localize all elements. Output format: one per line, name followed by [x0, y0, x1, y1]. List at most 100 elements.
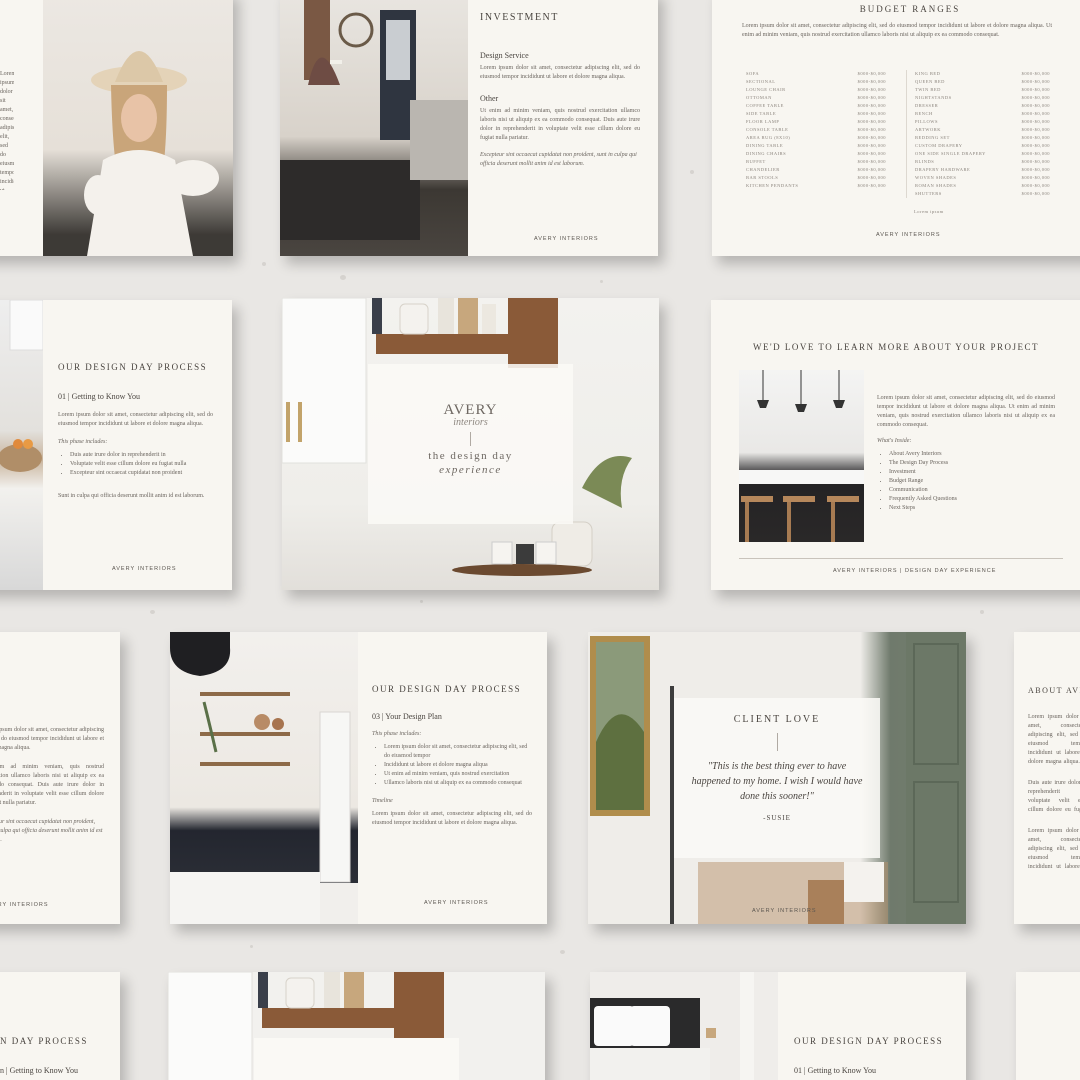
client-love-title: CLIENT LOVE [733, 714, 821, 725]
process-text: Lorem ipsum dolor sit amet, consectetur … [58, 412, 213, 427]
kitchen-side-illustration [0, 300, 43, 472]
bottom-process-title-right: OUR DESIGN DAY PROCESS [794, 1036, 944, 1046]
budget-row: NIGHTSTANDS $000-$0,000 [915, 94, 1050, 102]
learn-item: Frequently Asked Questions [889, 495, 1055, 504]
process-03-page: OUR DESIGN DAY PROCESS 03 | Your Design … [170, 632, 547, 924]
cover-page-bottom [168, 972, 545, 1080]
budget-row: ROMAN SHADES $000-$0,000 [915, 182, 1050, 190]
budget-item-label: KITCHEN PENDANTS [746, 183, 799, 188]
process-bullet: Excepteur sint occaecat cupidatat non pr… [70, 469, 213, 478]
budget-row: OTTOMAN $000-$0,000 [746, 94, 886, 102]
learn-items: About Avery Interiors The Design Day Pro… [877, 450, 1055, 513]
budget-item-price: $000-$0,000 [857, 183, 886, 188]
budget-item-label: TWIN BED [915, 87, 941, 92]
budget-row: AREA RUG (8X10) $000-$0,000 [746, 134, 886, 142]
learn-item: The Design Day Process [889, 459, 1055, 468]
about-page: ABOUT AVERY Lorem ipsum dolor sit amet, … [1014, 632, 1080, 924]
budget-row: ARTWORK $000-$0,000 [915, 126, 1050, 134]
process-title: OUR DESIGN DAY PROCESS [58, 362, 208, 372]
footer-brand: AVERY INTERIORS [752, 908, 817, 914]
investment-title: INVESTMENT [480, 12, 559, 23]
budget-row: BENCH $000-$0,000 [915, 110, 1050, 118]
budget-item-price: $000-$0,000 [1021, 159, 1050, 164]
other-title: Other [480, 94, 499, 103]
budget-row: WOVEN SHADES $000-$0,000 [915, 174, 1050, 182]
budget-row: DRESSER $000-$0,000 [915, 102, 1050, 110]
budget-row: SOFA $000-$0,000 [746, 70, 886, 78]
about-text-1: Lorem ipsum dolor sit amet, consectetur … [1028, 714, 1080, 765]
about-text-2: Duis aute irure dolor in reprehenderit i… [1028, 780, 1080, 813]
client-love-divider [776, 733, 778, 751]
kitchen-island-photo [739, 370, 864, 542]
portrait-photo [43, 0, 233, 256]
budget-row: PILLOWS $000-$0,000 [915, 118, 1050, 126]
about-text-3: Lorem ipsum dolor sit amet, consectetur … [1028, 828, 1080, 870]
budget-item-price: $000-$0,000 [1021, 135, 1050, 140]
process-bullet: Duis aute irure dolor in reprehenderit i… [70, 451, 213, 460]
page-text-fragment: Lorem ipsum dolor sit amet, consectetur … [0, 70, 14, 190]
client-author: -SUSIE [763, 814, 791, 822]
fragment-text-1: Lorem ipsum dolor sit amet, consectetur … [0, 727, 104, 751]
budget-item-price: $000-$0,000 [1021, 95, 1050, 100]
budget-item-price: $000-$0,000 [857, 95, 886, 100]
budget-row: BAR STOOLS $000-$0,000 [746, 174, 886, 182]
learn-item: Investment [889, 468, 1055, 477]
budget-item-label: PILLOWS [915, 119, 938, 124]
budget-row: ONE SIDE SINGLE DRAPERY $000-$0,000 [915, 150, 1050, 158]
budget-item-price: $000-$0,000 [857, 119, 886, 124]
cover-page: AVERY interiors the design day experienc… [282, 298, 659, 590]
budget-note: Lorem ipsum [914, 209, 944, 214]
budget-item-label: DINING TABLE [746, 143, 784, 148]
investment-note: Excepteur sint occaecat cupidatat non pr… [480, 152, 637, 167]
footer-brand: AVERY INTERIORS [0, 902, 49, 908]
bedroom-photo [590, 972, 778, 1080]
budget-title: BUDGET RANGES [859, 4, 961, 14]
budget-item-label: OTTOMAN [746, 95, 772, 100]
budget-item-price: $000-$0,000 [1021, 167, 1050, 172]
budget-row: QUEEN BED $000-$0,000 [915, 78, 1050, 86]
process-bullets: Lorem ipsum dolor sit amet, consectetur … [372, 743, 532, 788]
budget-row: CUSTOM DRAPERY $000-$0,000 [915, 142, 1050, 150]
budget-left-list: SOFA $000-$0,000 SECTIONAL $000-$0,000 LOUNG… [746, 70, 886, 190]
learn-more-page: WE'D LOVE TO LEARN MORE ABOUT YOUR PROJE… [711, 300, 1080, 590]
budget-row: BLINDS $000-$0,000 [915, 158, 1050, 166]
timeline-label: Timeline [372, 798, 393, 804]
budget-row: COFFEE TABLE $000-$0,000 [746, 102, 886, 110]
budget-item-price: $000-$0,000 [857, 79, 886, 84]
process-includes: This phase includes: [58, 439, 108, 445]
kitchen-side-photo [0, 300, 43, 590]
footer-brand: AVERY INTERIORS [424, 900, 489, 906]
budget-row: FLOOR LAMP $000-$0,000 [746, 118, 886, 126]
process-01-page-bottom: OUR DESIGN DAY PROCESS 01 | Getting to K… [590, 972, 966, 1080]
budget-item-price: $000-$0,000 [857, 127, 886, 132]
background-speckle [150, 610, 155, 614]
budget-item-price: $000-$0,000 [1021, 119, 1050, 124]
budget-item-label: DRAPERY HARDWARE [915, 167, 971, 172]
budget-item-label: CHANDELIER [746, 167, 780, 172]
budget-item-label: BEDDING SET [915, 135, 950, 140]
client-love-box: CLIENT LOVE "This is the best thing ever… [674, 698, 880, 858]
budget-item-label: ONE SIDE SINGLE DRAPERY [915, 151, 986, 156]
design-service-title: Design Service [480, 51, 529, 60]
learn-inside-label: What's Inside: [877, 438, 912, 444]
budget-item-price: $000-$0,000 [1021, 79, 1050, 84]
learn-item: Budget Range [889, 477, 1055, 486]
budget-row: DINING TABLE $000-$0,000 [746, 142, 886, 150]
budget-item-price: $000-$0,000 [857, 175, 886, 180]
budget-right-list: KING BED $000-$0,000 QUEEN BED $000-$0,000 T… [915, 70, 1050, 198]
budget-item-price: $000-$0,000 [857, 87, 886, 92]
bedroom-illustration [590, 972, 754, 1080]
budget-item-price: $000-$0,000 [1021, 87, 1050, 92]
portrait-page: Lorem ipsum dolor sit amet, consectetur … [0, 0, 233, 256]
text-page-fragment: Lorem ipsum dolor sit amet, consectetur … [0, 632, 120, 924]
budget-item-price: $000-$0,000 [857, 103, 886, 108]
fragment-note: Excepteur sint occaecat cupidatat non pr… [0, 819, 103, 843]
budget-intro: Lorem ipsum dolor sit amet, consectetur … [742, 23, 1052, 38]
budget-item-price: $000-$0,000 [857, 143, 886, 148]
budget-item-label: NIGHTSTANDS [915, 95, 952, 100]
learn-item: Next Steps [889, 504, 1055, 513]
client-love-page: CLIENT LOVE "This is the best thing ever… [588, 632, 966, 924]
learn-text: Lorem ipsum dolor sit amet, consectetur … [877, 395, 1055, 428]
budget-item-price: $000-$0,000 [1021, 143, 1050, 148]
fragment-text: Lorem ipsum dolor sit amet, consectetur … [0, 71, 14, 190]
